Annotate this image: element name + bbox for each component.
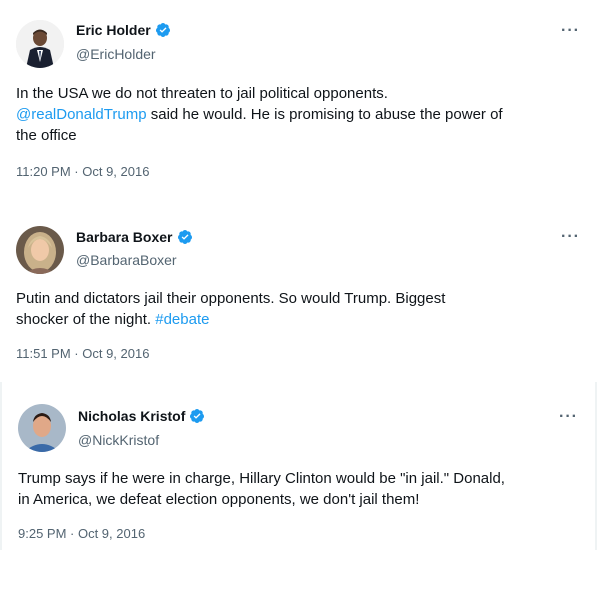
tweet-text-line: the office [16, 127, 77, 144]
card-border-right [595, 382, 597, 550]
display-name[interactable]: Eric Holder [76, 22, 151, 38]
author-name-row[interactable]: Barbara Boxer [76, 229, 193, 245]
tweet-text: Trump says if he were in charge, Hillary… [18, 468, 593, 510]
handle[interactable]: @NickKristof [78, 432, 159, 448]
mention-link[interactable]: @realDonaldTrump [16, 106, 147, 123]
avatar-image [16, 20, 64, 68]
tweet-text-line: In the USA we do not threaten to jail po… [16, 85, 388, 102]
tweet-text-line: said he would. He is promising to abuse … [146, 106, 503, 123]
card-border-left [0, 382, 2, 550]
avatar[interactable] [18, 404, 66, 452]
author-name-row[interactable]: Eric Holder [76, 22, 171, 38]
verified-badge-icon [155, 22, 171, 38]
tweet-text-line: in America, we defeat election opponents… [18, 491, 420, 508]
verified-badge-icon [177, 229, 193, 245]
more-options-icon[interactable]: ··· [561, 22, 580, 40]
more-options-icon[interactable]: ··· [559, 408, 578, 426]
more-options-icon[interactable]: ··· [561, 228, 580, 246]
tweet-text: Putin and dictators jail their opponents… [16, 288, 591, 330]
timestamp[interactable]: 11:20 PM · Oct 9, 2016 [16, 164, 149, 179]
timestamp[interactable]: 9:25 PM · Oct 9, 2016 [18, 526, 145, 541]
timestamp[interactable]: 11:51 PM · Oct 9, 2016 [16, 346, 149, 361]
display-name[interactable]: Nicholas Kristof [78, 408, 185, 424]
verified-badge-icon [189, 408, 205, 424]
tweet-text-line: Putin and dictators jail their opponents… [16, 290, 446, 307]
avatar-image [18, 404, 66, 452]
handle[interactable]: @EricHolder [76, 46, 156, 62]
tweet-text-line: Trump says if he were in charge, Hillary… [18, 470, 505, 487]
author-name-row[interactable]: Nicholas Kristof [78, 408, 205, 424]
avatar[interactable] [16, 20, 64, 68]
handle[interactable]: @BarbaraBoxer [76, 252, 177, 268]
tweet-text: In the USA we do not threaten to jail po… [16, 83, 591, 146]
display-name[interactable]: Barbara Boxer [76, 229, 173, 245]
avatar-image [16, 226, 64, 274]
avatar[interactable] [16, 226, 64, 274]
hashtag-link[interactable]: #debate [155, 311, 209, 328]
tweet-text-line: shocker of the night. [16, 311, 156, 328]
